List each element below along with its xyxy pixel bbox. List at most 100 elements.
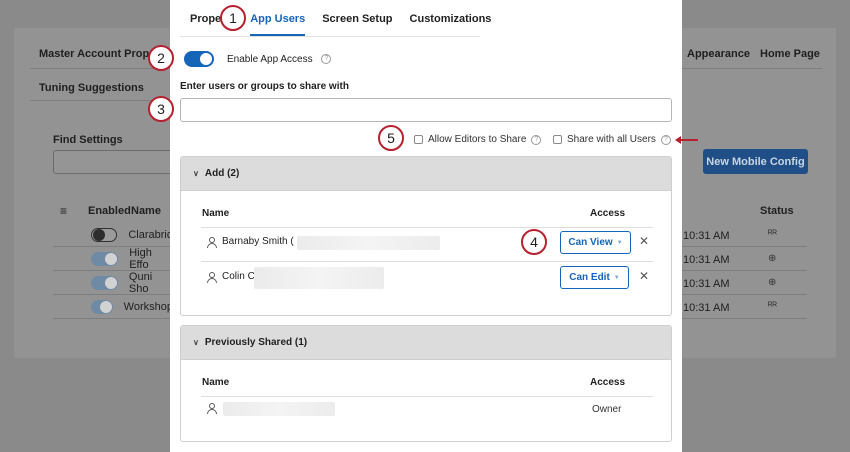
users-icon: ᴿᴿ <box>768 229 778 240</box>
bg-col-name: Name <box>131 205 161 217</box>
user-name: Barnaby Smith ( <box>222 236 294 247</box>
bg-row-time: 10:31 AM <box>683 230 730 242</box>
share-label: Enter users or groups to share with <box>180 81 349 92</box>
col-name: Name <box>202 377 230 388</box>
bg-row-name: High Effo <box>129 247 152 271</box>
table-row: Barnaby Smith ( <box>207 236 294 248</box>
redacted-email <box>297 236 440 250</box>
chevron-down-icon: ▼ <box>616 239 623 246</box>
bg-table-row: Quni Sho <box>53 270 173 296</box>
bg-find-settings-input <box>53 150 173 174</box>
table-row <box>207 403 222 414</box>
bg-table-row: Workshop <box>53 294 173 320</box>
bg-row-time: 10:31 AM <box>683 254 730 266</box>
share-all-users-label: Share with all Users <box>567 134 656 145</box>
bg-tab-tuning: Tuning Suggestions <box>39 82 144 94</box>
bg-divider <box>682 270 807 271</box>
bg-divider <box>53 294 173 295</box>
bg-toggle <box>91 252 119 266</box>
help-icon[interactable]: ? <box>531 134 542 145</box>
row-divider <box>201 261 653 262</box>
help-icon[interactable]: ? <box>660 134 671 145</box>
owner-label: Owner <box>592 404 622 415</box>
callout-1: 1 <box>220 5 246 31</box>
person-icon <box>207 271 217 283</box>
previously-shared-section: ∨ Previously Shared (1) Name Access Owne… <box>180 325 672 442</box>
bg-tab-appearance: Appearance <box>687 48 750 60</box>
bg-divider <box>682 246 807 247</box>
bg-table-row: Clarabrid <box>53 222 173 248</box>
bg-divider <box>30 100 170 101</box>
share-users-input[interactable] <box>180 98 672 122</box>
bg-toggle <box>91 228 118 242</box>
table-row: Colin C <box>207 271 255 283</box>
tab-screen-setup[interactable]: Screen Setup <box>322 8 392 36</box>
tab-app-users[interactable]: App Users <box>250 8 306 36</box>
globe-icon: ⊕ <box>768 277 777 288</box>
previously-shared-title: Previously Shared (1) <box>204 337 308 348</box>
chevron-down-icon: ∨ <box>193 338 199 347</box>
bg-divider <box>682 318 807 319</box>
bg-row-name: Workshop <box>123 301 173 313</box>
chevron-down-icon: ▼ <box>613 274 620 281</box>
callout-3: 3 <box>148 96 174 122</box>
bg-divider <box>30 68 170 69</box>
allow-editors-row: Allow Editors to Share ? <box>414 134 542 145</box>
previously-shared-header[interactable]: ∨ Previously Shared (1) <box>181 326 671 360</box>
share-modal: Prope App Users Screen Setup Customizati… <box>170 0 682 452</box>
enable-app-access-label: Enable App Access <box>227 54 313 65</box>
globe-icon: ⊕ <box>768 253 777 264</box>
arrow-left-icon <box>675 136 698 144</box>
bg-table-row: High Effo <box>53 246 173 272</box>
col-access: Access <box>590 208 626 219</box>
can-view-dropdown[interactable]: Can View ▼ <box>560 231 631 254</box>
bg-row-name: Quni Sho <box>128 271 153 295</box>
bg-row-name: Clarabrid <box>128 229 173 241</box>
person-icon <box>207 236 217 248</box>
enable-app-access-toggle[interactable] <box>184 51 214 67</box>
user-name: Colin C <box>222 271 255 282</box>
enable-app-access-row: Enable App Access ? <box>227 54 332 65</box>
bg-divider <box>682 68 822 69</box>
person-icon <box>207 403 217 414</box>
bg-col-enabled: Enabled <box>88 205 131 217</box>
tabs-divider <box>180 36 480 37</box>
bg-row-time: 10:31 AM <box>683 278 730 290</box>
share-all-users-checkbox[interactable] <box>553 135 562 144</box>
access-label: Can Edit <box>569 272 610 283</box>
col-name: Name <box>202 208 230 219</box>
add-section: ∨ Add (2) Name Access Barnaby Smith ( Ca… <box>180 156 672 316</box>
bg-menu-icon: ≡ <box>60 204 68 218</box>
bg-row-time: 10:31 AM <box>683 302 730 314</box>
close-icon[interactable]: ✕ <box>639 234 649 248</box>
bg-new-mobile-config-button: New Mobile Config <box>703 149 808 174</box>
add-table: Name Access Barnaby Smith ( Can View ▼ ✕ … <box>201 191 653 317</box>
add-section-title: Add (2) <box>204 168 240 179</box>
callout-4: 4 <box>521 229 547 255</box>
chevron-down-icon: ∨ <box>193 169 199 178</box>
share-all-row: Share with all Users ? <box>553 134 671 145</box>
help-icon[interactable]: ? <box>321 54 332 65</box>
bg-toggle <box>91 276 118 290</box>
bg-col-status: Status <box>760 205 794 217</box>
close-icon[interactable]: ✕ <box>639 269 649 283</box>
tab-properties[interactable]: Prope <box>190 8 221 36</box>
previously-shared-table: Name Access Owner <box>201 360 653 443</box>
bg-divider <box>53 246 173 247</box>
bg-tab-home-page: Home Page <box>760 48 820 60</box>
bg-divider <box>53 318 173 319</box>
col-access: Access <box>590 377 626 388</box>
bg-toggle <box>91 300 113 314</box>
allow-editors-label: Allow Editors to Share <box>428 134 527 145</box>
bg-divider <box>682 294 807 295</box>
callout-2: 2 <box>148 45 174 71</box>
allow-editors-checkbox[interactable] <box>414 135 423 144</box>
row-divider <box>201 396 653 397</box>
callout-5: 5 <box>378 125 404 151</box>
can-edit-dropdown[interactable]: Can Edit ▼ <box>560 266 629 289</box>
redacted-email <box>254 267 384 289</box>
add-section-header[interactable]: ∨ Add (2) <box>181 157 671 191</box>
tab-customizations[interactable]: Customizations <box>410 8 492 36</box>
bg-divider <box>53 270 173 271</box>
row-divider <box>201 227 653 228</box>
